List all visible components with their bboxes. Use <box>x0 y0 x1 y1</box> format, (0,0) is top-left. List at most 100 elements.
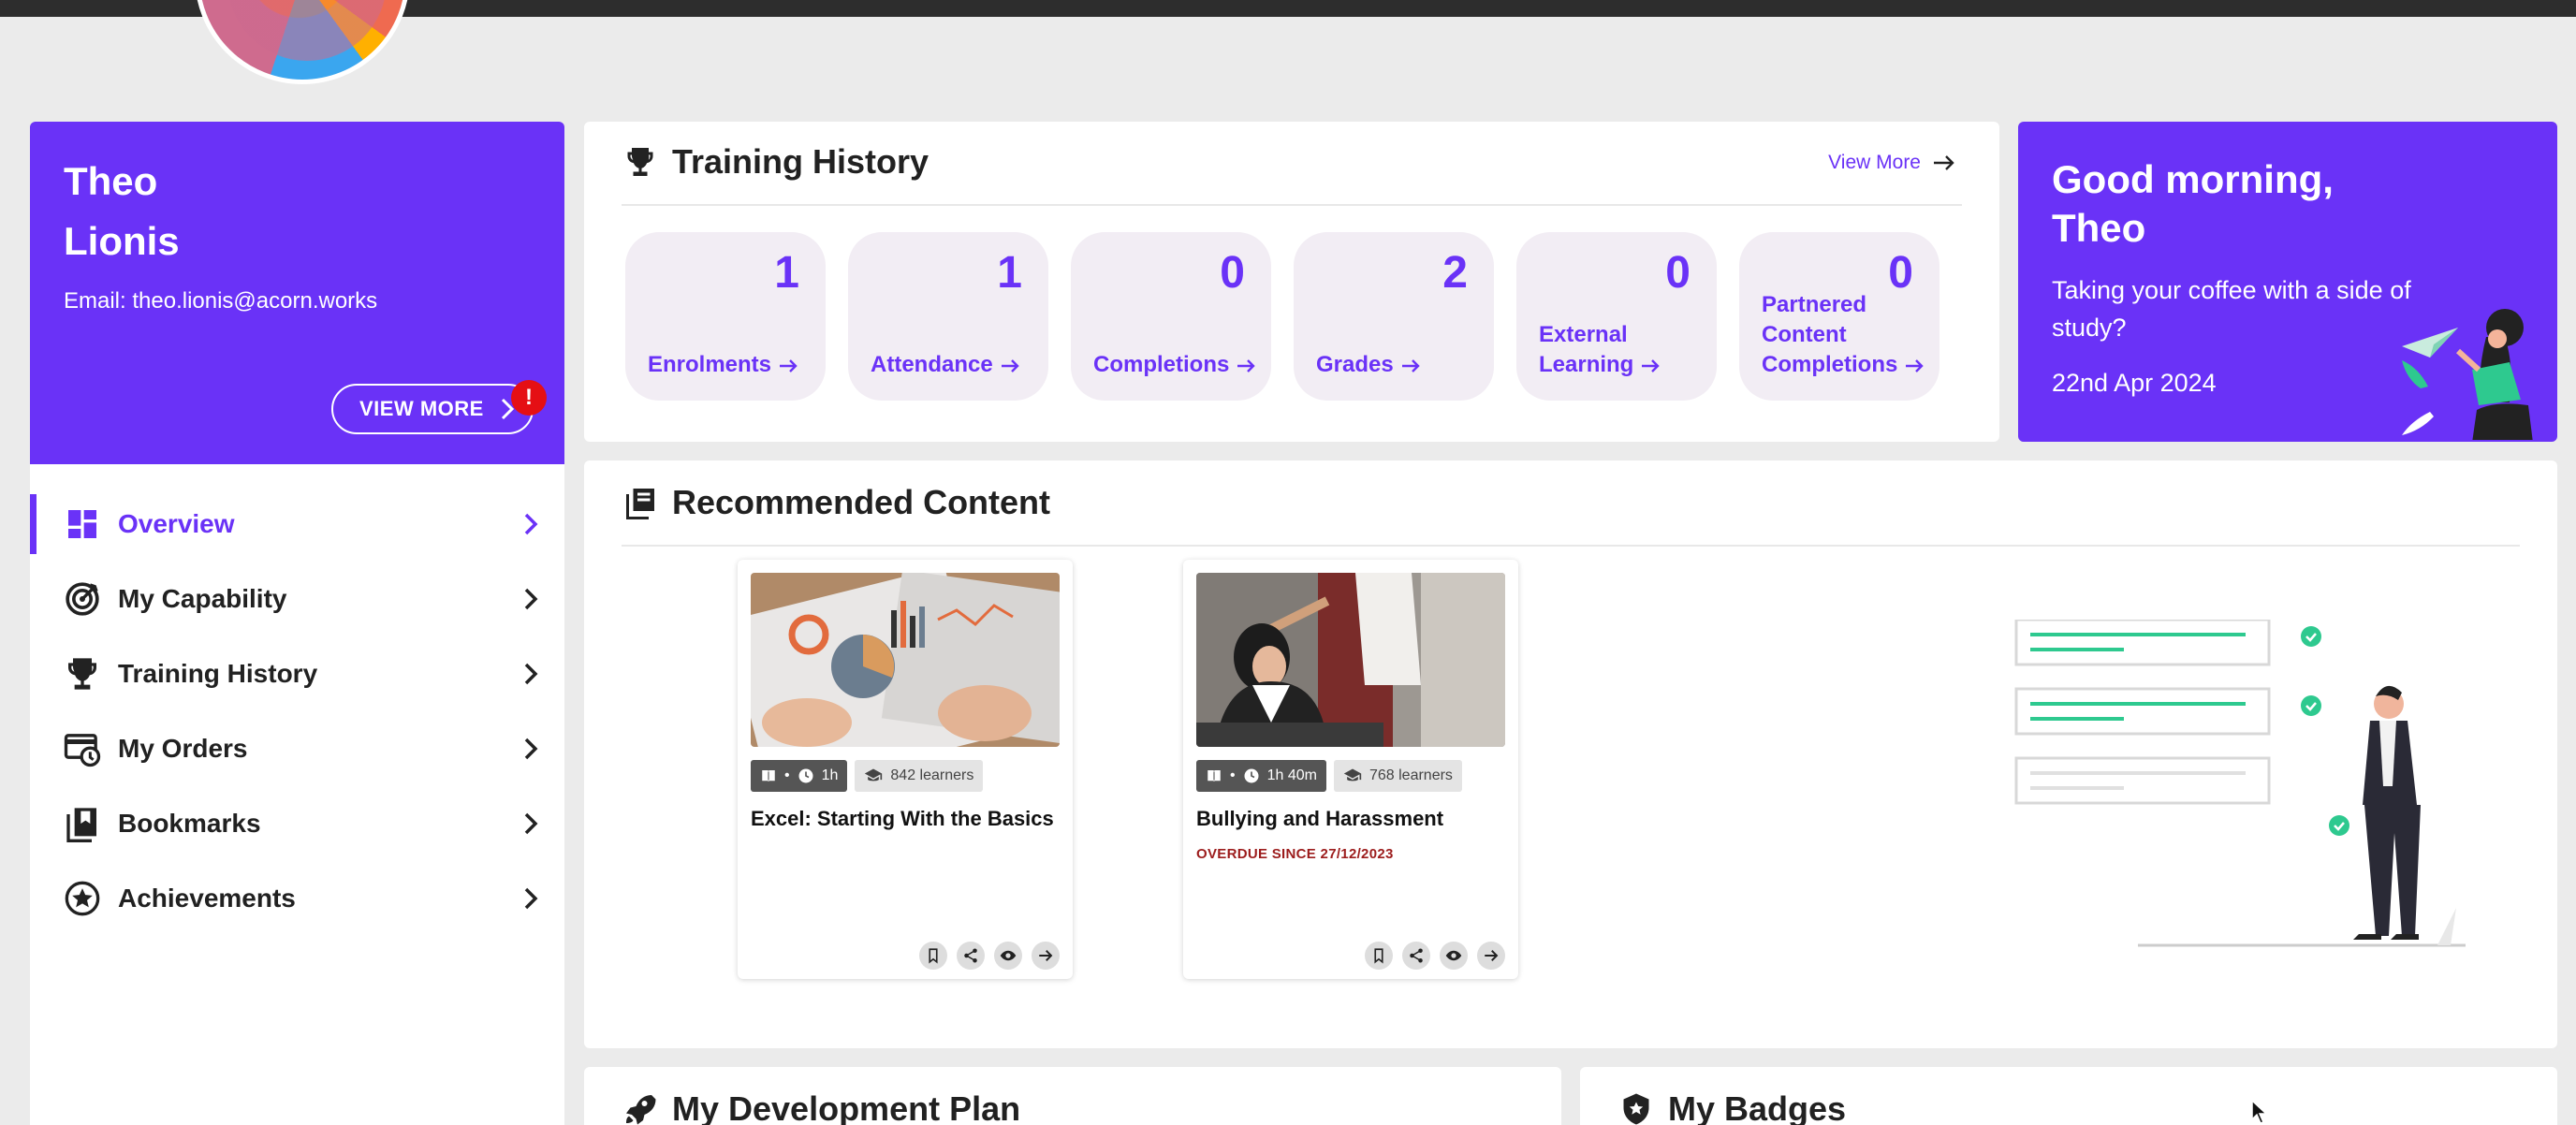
stat-completions[interactable]: 0 Completions <box>1071 232 1271 401</box>
arrow-right-icon <box>1642 358 1661 373</box>
target-icon <box>64 580 101 618</box>
recommended-content-card: Recommended Content • 1h 842 learners Ex… <box>584 460 2557 1048</box>
sidebar-item-my-orders[interactable]: My Orders <box>30 711 564 786</box>
course-actions <box>1365 942 1505 970</box>
profile-email: Email: theo.lionis@acorn.works <box>64 288 377 314</box>
email-value: theo.lionis@acorn.works <box>132 288 378 314</box>
share-icon <box>964 948 977 963</box>
orders-icon <box>64 730 101 767</box>
profile-first-name: Theo <box>64 159 158 203</box>
profile-card: Theo Lionis Email: theo.lionis@acorn.wor… <box>30 122 564 464</box>
sidebar-item-label: Achievements <box>118 884 296 913</box>
course-learners-pill: 768 learners <box>1333 760 1462 792</box>
view-more-button[interactable]: VIEW MORE <box>331 384 534 434</box>
email-label: Email: <box>64 288 126 314</box>
stat-label: Grades <box>1316 350 1422 380</box>
mouse-cursor-icon <box>2251 1099 2268 1124</box>
graduation-cap-icon <box>865 768 883 782</box>
preview-button[interactable] <box>1440 942 1468 970</box>
sidebar-item-overview[interactable]: Overview <box>30 487 564 562</box>
stat-label: Attendance <box>871 350 1021 380</box>
star-badge-icon <box>64 880 101 917</box>
course-actions <box>919 942 1060 970</box>
graduation-cap-icon <box>1343 768 1362 782</box>
chevron-right-icon <box>522 661 539 687</box>
stat-value: 2 <box>1442 248 1468 298</box>
stat-grades[interactable]: 2 Grades <box>1294 232 1494 401</box>
greeting-date: 22nd Apr 2024 <box>2052 369 2217 397</box>
card-title-text: My Development Plan <box>672 1089 1021 1125</box>
open-course-button[interactable] <box>1032 942 1060 970</box>
course-duration-pill: • 1h 40m <box>1196 760 1326 792</box>
divider <box>622 204 1962 206</box>
my-badges-card: My Badges <box>1580 1067 2557 1125</box>
overdue-status: OVERDUE SINCE 27/12/2023 <box>1196 846 1394 862</box>
stat-attendance[interactable]: 1 Attendance <box>848 232 1048 401</box>
bookmark-button[interactable] <box>1365 942 1393 970</box>
view-more-label: VIEW MORE <box>359 397 484 420</box>
bookmark-icon <box>1374 948 1383 964</box>
development-plan-card: My Development Plan <box>584 1067 1561 1125</box>
organisation-logo <box>195 0 410 84</box>
course-card[interactable]: • 1h 842 learners Excel: Starting With t… <box>738 560 1073 979</box>
stat-external-learning[interactable]: 0 External Learning <box>1516 232 1717 401</box>
rocket-icon <box>623 1092 657 1125</box>
sidebar-item-label: Bookmarks <box>118 809 261 838</box>
clock-icon <box>1244 768 1259 783</box>
sidebar-item-label: Training History <box>118 659 318 688</box>
trophy-icon <box>64 655 101 693</box>
sidebar-nav: Overview My Capability Training History … <box>30 464 564 1125</box>
stat-partnered-content-completions[interactable]: 0 Partnered Content Completions <box>1739 232 1939 401</box>
course-thumbnail <box>1196 573 1505 747</box>
share-icon <box>1410 948 1423 963</box>
arrow-right-icon <box>1934 155 1954 170</box>
library-icon <box>623 486 657 519</box>
stat-enrolments[interactable]: 1 Enrolments <box>625 232 826 401</box>
card-title-text: My Badges <box>1668 1089 1847 1125</box>
clock-icon <box>798 768 813 783</box>
recommended-content-heading: Recommended Content <box>623 483 1050 522</box>
stat-value: 1 <box>774 248 799 298</box>
course-learners-pill: 842 learners <box>855 760 984 792</box>
arrow-right-icon <box>1237 358 1256 373</box>
bookmark-icon <box>929 948 938 964</box>
arrow-right-icon <box>1039 950 1053 961</box>
development-plan-heading: My Development Plan <box>623 1089 1020 1125</box>
sidebar-item-label: Overview <box>118 509 235 538</box>
stat-label: External Learning <box>1539 320 1661 380</box>
greeting-card: Good morning, Theo Taking your coffee wi… <box>2018 122 2557 442</box>
arrow-right-icon <box>1401 358 1420 373</box>
course-meta: • 1h 40m 768 learners <box>1196 760 1462 792</box>
arrow-right-icon <box>1906 358 1925 373</box>
sidebar-item-my-capability[interactable]: My Capability <box>30 562 564 636</box>
card-title-text: Training History <box>672 142 929 181</box>
course-title: Excel: Starting With the Basics <box>751 807 1054 830</box>
preview-button[interactable] <box>994 942 1022 970</box>
divider <box>622 545 2520 547</box>
checklist-person-illustration <box>2014 620 2466 947</box>
sidebar-item-label: My Capability <box>118 584 287 613</box>
chevron-right-icon <box>522 811 539 837</box>
sidebar-item-training-history[interactable]: Training History <box>30 636 564 711</box>
course-duration: 1h <box>821 767 839 783</box>
sidebar-item-achievements[interactable]: Achievements <box>30 861 564 936</box>
stat-value: 0 <box>1220 248 1245 298</box>
open-course-button[interactable] <box>1477 942 1505 970</box>
course-duration-pill: • 1h <box>751 760 848 792</box>
arrow-right-icon <box>1001 358 1019 373</box>
stat-label: Partnered Content Completions <box>1762 290 1925 380</box>
course-learners: 842 learners <box>890 767 974 783</box>
alert-badge: ! <box>511 380 547 416</box>
chevron-right-icon <box>522 586 539 612</box>
dashboard-icon <box>64 505 101 543</box>
eye-icon <box>1000 950 1017 961</box>
bookmark-button[interactable] <box>919 942 947 970</box>
share-button[interactable] <box>1402 942 1430 970</box>
course-thumbnail <box>751 573 1060 747</box>
sidebar-item-bookmarks[interactable]: Bookmarks <box>30 786 564 861</box>
course-card[interactable]: • 1h 40m 768 learners Bullying and Haras… <box>1183 560 1518 979</box>
stat-value: 0 <box>1665 248 1690 298</box>
training-history-view-more-link[interactable]: View More <box>1828 152 1956 174</box>
arrow-right-icon <box>780 358 798 373</box>
share-button[interactable] <box>957 942 985 970</box>
